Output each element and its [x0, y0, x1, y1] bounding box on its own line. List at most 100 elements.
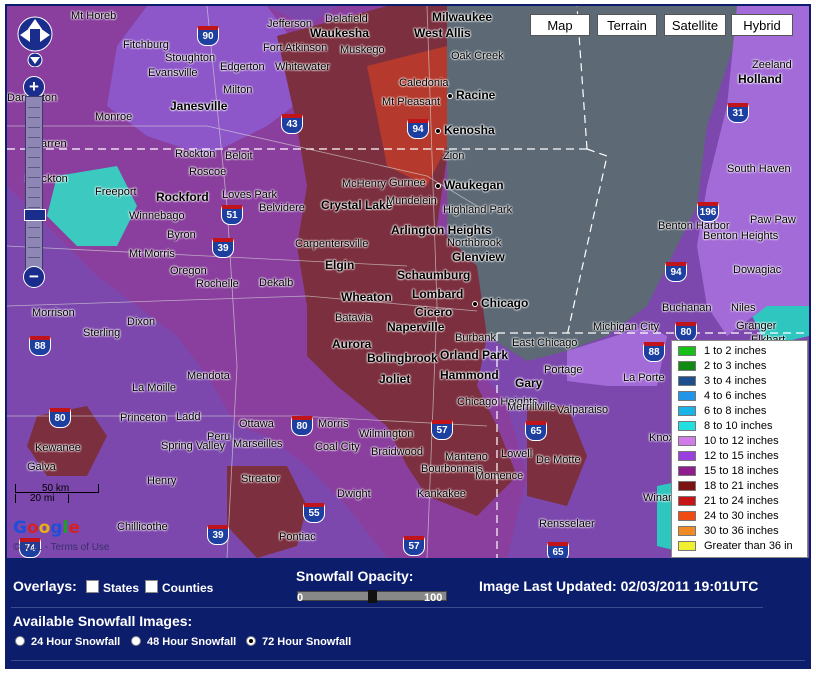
city-label: Granger: [736, 320, 777, 332]
radio-48-hour-button[interactable]: [131, 636, 141, 646]
city-label: Burbank: [455, 332, 496, 344]
legend-item: 10 to 12 inches: [672, 433, 807, 448]
legend-swatch: [678, 435, 696, 446]
city-label: Highland Park: [443, 204, 513, 216]
counties-checkbox-box[interactable]: [145, 580, 158, 593]
legend-item: 12 to 15 inches: [672, 448, 807, 463]
legend-swatch: [678, 405, 696, 416]
overlays-label: Overlays:: [13, 578, 77, 594]
city-label: Ladd: [176, 411, 201, 423]
city-label: Dekalb: [259, 277, 294, 289]
zoom-slider[interactable]: [24, 96, 46, 280]
highway-shield: 90: [197, 26, 219, 46]
scale-mi: 20 mi: [15, 494, 69, 504]
city-label: Hammond: [440, 368, 499, 382]
opacity-label: Snowfall Opacity:: [296, 568, 414, 584]
city-label: Zion: [443, 150, 465, 162]
city-label: Naperville: [387, 320, 445, 334]
map-type-map-button[interactable]: Map: [530, 14, 590, 36]
city-label: Fort Atkinson: [263, 42, 328, 54]
city-label: Dowagiac: [733, 264, 782, 276]
radio-24-hour-button[interactable]: [15, 636, 25, 646]
highway-shield: 88: [29, 336, 51, 356]
city-label: Rockford: [156, 190, 209, 204]
city-label: La Moille: [132, 382, 177, 394]
radio-72-hour[interactable]: 72 Hour Snowfall: [246, 636, 351, 648]
map-type-hybrid-button[interactable]: Hybrid: [731, 14, 793, 36]
city-label: Morris: [318, 418, 349, 430]
states-checkbox-box[interactable]: [86, 580, 99, 593]
snowfall-map[interactable]: Milwaukee Kenosha Racine Waukegan Crysta…: [7, 6, 809, 558]
legend-swatch: [678, 345, 696, 356]
city-label: Northbrook: [447, 237, 502, 249]
highway-shield: 31: [727, 103, 749, 123]
city-label: Belvidere: [259, 202, 305, 214]
city-label: Waukesha: [310, 26, 369, 40]
legend-item: 15 to 18 inches: [672, 463, 807, 478]
google-logo: Google: [13, 518, 80, 538]
radio-24-hour-label: 24 Hour Snowfall: [31, 636, 121, 648]
city-label: Michigan City: [593, 321, 660, 333]
city-label: Loves Park: [222, 189, 278, 201]
legend-label: 6 to 8 inches: [704, 404, 767, 417]
radio-24-hour[interactable]: 24 Hour Snowfall: [15, 636, 120, 648]
city-label: Zeeland: [752, 59, 792, 71]
radio-48-hour[interactable]: 48 Hour Snowfall: [131, 636, 236, 648]
city-label: Henry: [147, 475, 177, 487]
states-checkbox[interactable]: States: [86, 580, 139, 595]
city-label: Gary: [515, 376, 543, 390]
city-label: Galva: [27, 461, 56, 473]
city-label: Mt Morris: [129, 248, 175, 260]
city-label: Chicago: [472, 296, 528, 310]
pan-left-icon[interactable]: [19, 27, 31, 43]
pan-down-icon[interactable]: [27, 53, 43, 67]
city-label: Winnebago: [129, 210, 185, 222]
city-label: Milton: [223, 84, 253, 96]
last-updated: Image Last Updated: 02/03/2011 19:01UTC: [479, 578, 759, 594]
radio-48-hour-label: 48 Hour Snowfall: [147, 636, 237, 648]
city-label: Mt Pleasant: [382, 96, 441, 108]
city-label: Racine: [447, 88, 495, 102]
city-label: Arlington Heights: [391, 223, 492, 237]
legend-label: 3 to 4 inches: [704, 374, 767, 387]
city-label: Rochelle: [196, 278, 239, 290]
pan-right-icon[interactable]: [39, 27, 51, 43]
legend-swatch: [678, 495, 696, 506]
legend-item: 21 to 24 inches: [672, 493, 807, 508]
city-label: Oak Creek: [451, 50, 504, 62]
radio-72-hour-button[interactable]: [246, 636, 256, 646]
city-label: Joliet: [379, 372, 411, 386]
legend-label: 8 to 10 inches: [704, 419, 773, 432]
scale-km: 50 km: [15, 484, 99, 494]
highway-shield: 55: [303, 503, 325, 523]
city-label: Kenosha: [435, 123, 495, 137]
zoom-out-icon[interactable]: −: [23, 266, 45, 288]
zoom-slider-thumb[interactable]: [24, 209, 46, 221]
legend-swatch: [678, 480, 696, 491]
zoom-in-icon[interactable]: +: [23, 76, 45, 98]
highway-shield: 43: [281, 114, 303, 134]
legend-label: 21 to 24 inches: [704, 494, 779, 507]
snowfall-legend: 1 to 2 inches 2 to 3 inches 3 to 4 inches 4…: [671, 340, 808, 558]
legend-label: 12 to 15 inches: [704, 449, 779, 462]
legend-item: 3 to 4 inches: [672, 373, 807, 388]
highway-shield: 57: [403, 536, 425, 556]
city-label: Oregon: [170, 265, 207, 277]
highway-shield: 94: [665, 262, 687, 282]
map-type-satellite-button[interactable]: Satellite: [664, 14, 726, 36]
city-label: Elgin: [325, 258, 355, 272]
city-label: Spring Valley: [161, 440, 225, 452]
opacity-slider-thumb[interactable]: [368, 590, 377, 603]
city-label: La Porte: [623, 372, 665, 384]
highway-shield: 65: [547, 542, 569, 558]
counties-checkbox[interactable]: Counties: [145, 580, 213, 595]
map-type-terrain-button[interactable]: Terrain: [597, 14, 657, 36]
legend-item: 18 to 21 inches: [672, 478, 807, 493]
map-copyright[interactable]: ©2011 - Terms of Use: [13, 542, 109, 553]
city-label: Ottawa: [239, 418, 274, 430]
city-label: Beloit: [225, 150, 253, 162]
city-label: Stoughton: [165, 52, 216, 64]
legend-item: 30 to 36 inches: [672, 523, 807, 538]
city-label: Coal City: [315, 441, 360, 453]
city-label: Caledonia: [399, 77, 449, 89]
